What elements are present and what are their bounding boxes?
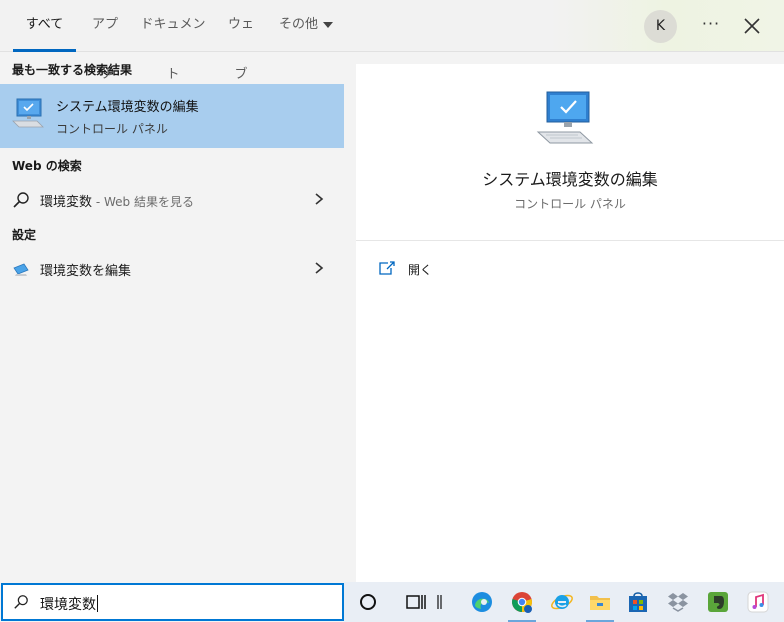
preview-divider xyxy=(356,240,784,241)
settings-result-rest: を編集 xyxy=(92,264,132,279)
dropbox-icon xyxy=(668,593,688,612)
chrome-icon xyxy=(512,592,532,613)
settings-monitor-icon xyxy=(13,263,29,276)
tab-more[interactable]: その他 xyxy=(278,0,334,52)
chrome-button[interactable] xyxy=(502,582,542,622)
tab-documents[interactable]: ドキュメント xyxy=(140,0,206,82)
user-avatar[interactable]: K xyxy=(644,10,677,43)
preview-panel: システム環境変数の編集 コントロール パネル 開く xyxy=(356,64,784,582)
settings-result-bold: 環境変数 xyxy=(40,264,93,279)
cortana-circle-icon xyxy=(360,594,376,610)
web-search-query: 環境変数 xyxy=(40,195,93,210)
edge-button[interactable] xyxy=(462,582,502,622)
cortana-button[interactable] xyxy=(348,582,388,622)
best-match-result[interactable]: システム環境変数の編集 コントロール パネル xyxy=(0,84,344,148)
search-query: 環境変数 xyxy=(40,597,96,613)
tab-apps[interactable]: アプリ xyxy=(86,0,124,82)
microsoft-store-icon xyxy=(629,592,647,612)
settings-heading: 設定 xyxy=(12,228,37,242)
taskbar-separator xyxy=(430,582,448,622)
best-match-title: システム環境変数の編集 xyxy=(56,100,199,115)
search-filter-bar: すべて アプリ ドキュメント ウェブ その他 K ··· xyxy=(0,0,784,82)
tab-more-label: その他 xyxy=(278,17,318,32)
search-icon xyxy=(13,192,29,208)
settings-result-text: 環境変数を編集 xyxy=(40,260,131,279)
evernote-button[interactable] xyxy=(698,582,738,622)
internet-explorer-button[interactable] xyxy=(542,582,582,622)
microsoft-store-button[interactable] xyxy=(618,582,658,622)
itunes-icon xyxy=(747,591,769,613)
chevron-right-icon xyxy=(315,193,324,205)
best-match-heading: 最も一致する検索結果 xyxy=(12,63,133,77)
web-search-suffix: - Web 結果を見る xyxy=(92,195,194,209)
computer-icon xyxy=(536,91,594,144)
dropbox-button[interactable] xyxy=(658,582,698,622)
taskbar xyxy=(344,582,784,622)
tab-web[interactable]: ウェブ xyxy=(224,0,258,82)
edge-icon xyxy=(472,592,492,612)
preview-subtitle: コントロール パネル xyxy=(514,197,626,211)
file-explorer-button[interactable] xyxy=(580,582,620,622)
search-input-value: 環境変数 xyxy=(40,594,98,614)
chevron-down-icon xyxy=(323,21,333,28)
close-icon[interactable] xyxy=(740,14,764,38)
web-search-heading: Web の検索 xyxy=(12,159,82,173)
open-label: 開く xyxy=(408,263,433,277)
web-search-result[interactable]: 環境変数 - Web 結果を見る xyxy=(0,182,344,216)
itunes-button[interactable] xyxy=(738,582,778,622)
preview-title: システム環境変数の編集 xyxy=(482,170,658,189)
more-options-icon[interactable]: ··· xyxy=(696,12,726,40)
chevron-right-icon xyxy=(315,262,324,274)
file-explorer-icon xyxy=(590,596,610,610)
internet-explorer-icon xyxy=(551,594,573,610)
evernote-icon xyxy=(708,592,728,612)
search-icon xyxy=(14,595,28,609)
open-icon xyxy=(379,261,395,275)
search-input[interactable]: 環境変数 xyxy=(1,583,344,621)
best-match-subtitle: コントロール パネル xyxy=(56,122,168,136)
text-cursor xyxy=(97,595,98,612)
settings-result[interactable]: 環境変数を編集 xyxy=(0,251,344,285)
task-view-icon xyxy=(406,595,426,609)
separator-icon xyxy=(437,595,442,609)
web-search-text: 環境変数 - Web 結果を見る xyxy=(40,191,194,210)
tab-all[interactable]: すべて xyxy=(13,0,76,52)
computer-icon xyxy=(12,98,44,128)
